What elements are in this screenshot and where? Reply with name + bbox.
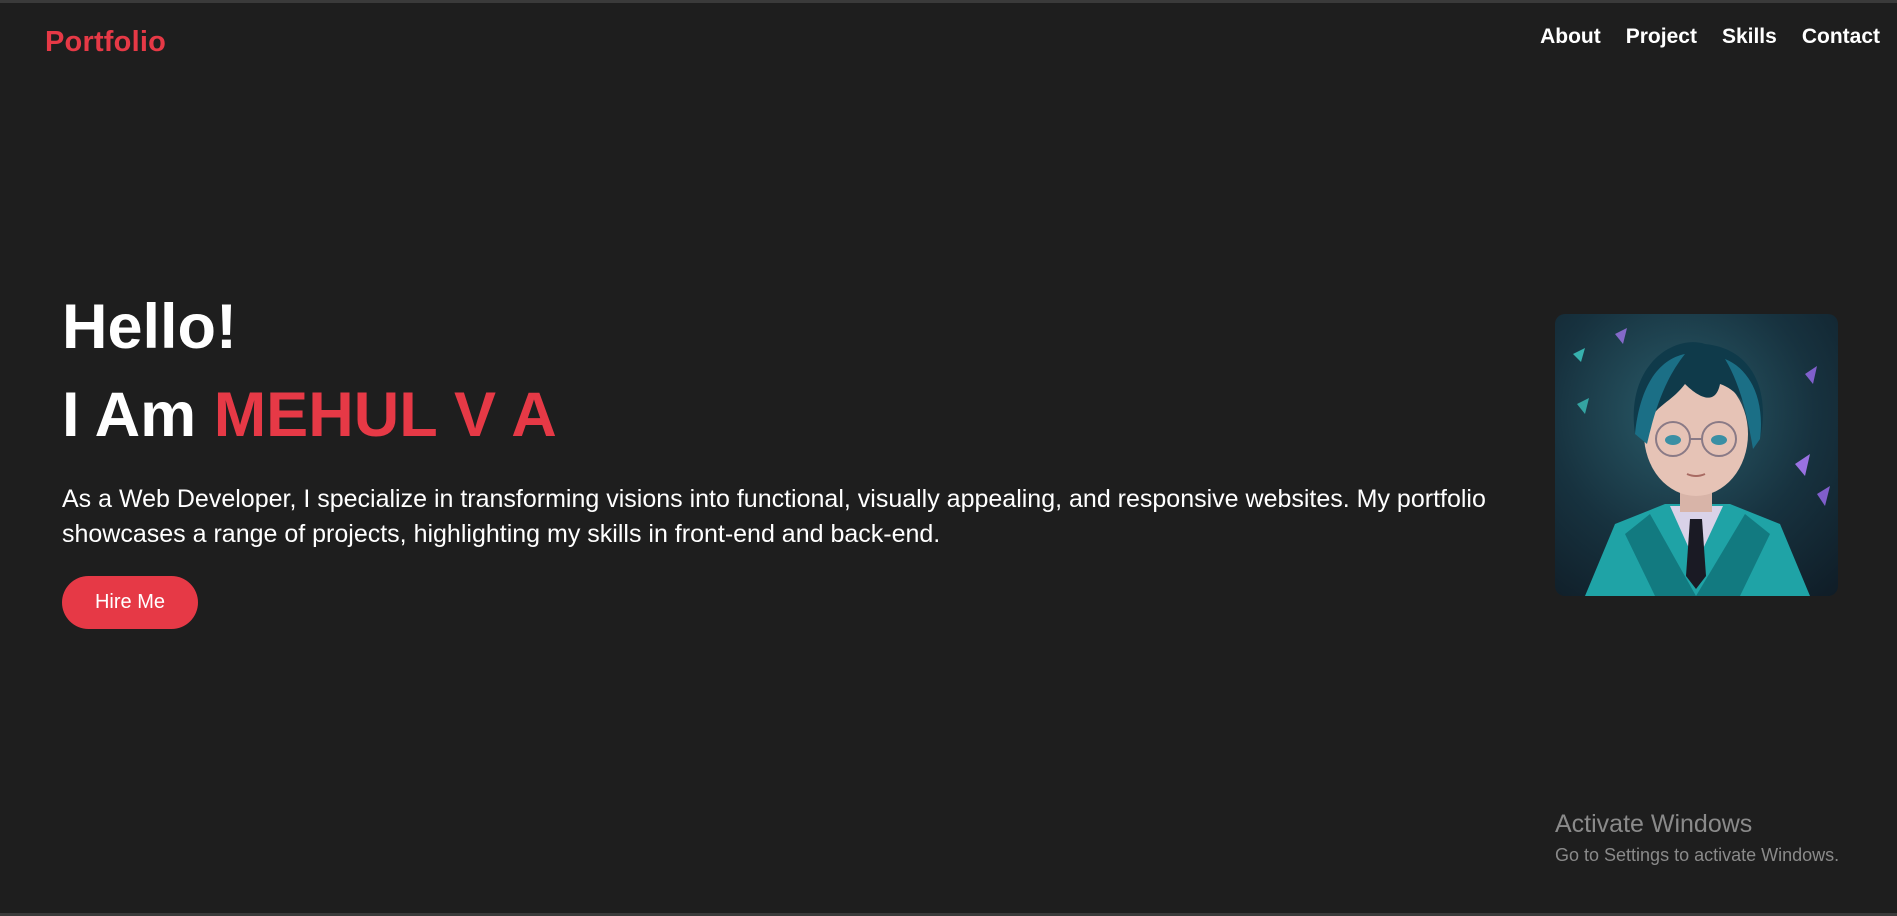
main-nav: About Project Skills Contact <box>1540 25 1880 49</box>
nav-link-skills[interactable]: Skills <box>1722 25 1777 49</box>
hire-me-button[interactable]: Hire Me <box>62 576 198 629</box>
profile-avatar-image <box>1555 314 1838 596</box>
top-border <box>0 0 1897 3</box>
greeting-heading: Hello! <box>62 292 238 362</box>
intro-prefix: I Am <box>62 380 197 450</box>
activate-windows-subtitle: Go to Settings to activate Windows. <box>1555 845 1840 865</box>
anime-portrait-illustration <box>1573 328 1830 596</box>
nav-link-contact[interactable]: Contact <box>1802 25 1880 49</box>
activate-windows-title: Activate Windows <box>1555 810 1753 838</box>
hero-description: As a Web Developer, I specialize in tran… <box>62 485 1486 548</box>
developer-name: MEHUL V A <box>213 380 557 450</box>
logo[interactable]: Portfolio <box>45 26 166 59</box>
nav-link-project[interactable]: Project <box>1626 25 1697 49</box>
intro-heading: I Am MEHUL V A <box>62 378 1502 452</box>
nav-link-about[interactable]: About <box>1540 25 1601 49</box>
hero-section: Hello! I Am MEHUL V A As a Web Developer… <box>62 290 1502 629</box>
